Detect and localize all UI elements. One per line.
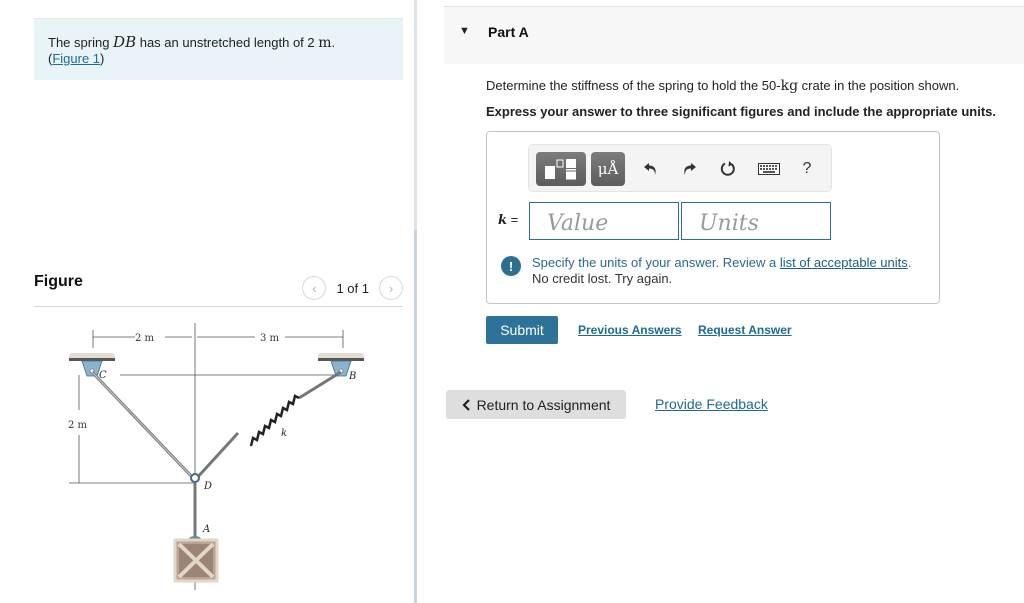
figure-title: Figure [34,273,83,290]
templates-icon [545,159,576,180]
answer-box: μÅ ? k = Value Units ! Specify the units… [486,131,940,304]
feedback-prefix: Specify the units of your answer. Review… [532,255,780,270]
instruction-text: Express your answer to three significant… [486,104,996,119]
intro-text-middle: has an unstretched length of 2 [136,35,319,50]
figure-image: 2 m 3 m 2 m C B k D A [55,320,385,590]
submit-button[interactable]: Submit [486,316,558,344]
keyboard-icon [758,163,780,175]
undo-button[interactable] [641,157,661,181]
templates-button[interactable] [536,152,586,186]
figure-pager: ‹ 1 of 1 › [302,276,403,300]
request-answer-link[interactable]: Request Answer [698,323,792,337]
answer-variable-label: k = [498,212,518,228]
reset-button[interactable] [718,157,738,181]
help-icon: ? [802,160,812,177]
help-button[interactable]: ? [799,157,815,181]
label-k: k [281,428,287,439]
dim-label-vertical: 2 m [68,420,88,431]
ring-d [190,473,200,483]
feedback-line-2: No credit lost. Try again. [532,271,673,286]
crate [173,536,219,583]
figure-link-close: ) [100,51,105,66]
answer-equals: = [507,212,519,227]
question-unit: kg [780,78,799,94]
reset-icon [720,161,735,176]
cable-bd-upper [298,370,342,400]
part-title: Part A [488,24,529,40]
figure-link[interactable]: Figure 1 [52,51,100,66]
question-prefix: Determine the stiffness of the spring to… [486,78,781,93]
previous-answers-link[interactable]: Previous Answers [578,323,682,337]
units-input[interactable] [681,202,831,240]
intro-text-suffix: . [331,35,336,50]
spring-k [249,394,300,447]
intro-math-db: DB [113,33,137,51]
intro-text-prefix: The spring [48,35,114,50]
chevron-left-icon [462,398,470,411]
label-b: B [348,371,356,382]
label-d: D [203,481,212,492]
problem-statement: The spring DB has an unstretched length … [34,18,403,80]
cable-bd-lower [193,431,240,482]
chevron-right-icon[interactable]: › [379,276,403,300]
intro-unit: m [318,35,332,51]
units-icon: μÅ [597,160,619,178]
return-label: Return to Assignment [476,396,611,413]
pager-text: 1 of 1 [336,280,369,296]
spring-crate-diagram: 2 m 3 m 2 m C B k D A [68,323,364,590]
dim-label-right: 3 m [260,333,280,344]
scrollbar-thumb[interactable] [414,230,417,603]
chevron-left-icon[interactable]: ‹ [302,276,327,300]
dim-label-left: 2 m [135,333,155,344]
part-a-header[interactable]: ▼ Part A [444,6,1024,64]
return-to-assignment-button[interactable]: Return to Assignment [446,390,626,419]
math-toolbar: μÅ ? [528,144,832,192]
caret-down-icon[interactable]: ▼ [459,25,470,37]
units-button[interactable]: μÅ [591,152,625,186]
redo-button[interactable] [679,157,699,181]
exclamation-icon: ! [501,256,521,276]
figure-header: Figure ‹ 1 of 1 › [34,266,403,307]
answer-variable: k [498,213,508,228]
keyboard-button[interactable] [757,157,781,181]
undo-icon [644,163,656,175]
question-text: Determine the stiffness of the spring to… [486,78,959,94]
feedback-line-1: Specify the units of your answer. Review… [532,255,911,270]
question-suffix: crate in the position shown. [798,78,960,93]
acceptable-units-link[interactable]: list of acceptable units [780,255,908,270]
label-a: A [202,524,210,535]
redo-icon [684,163,696,175]
value-input[interactable] [529,202,679,240]
feedback-suffix: . [907,255,912,270]
provide-feedback-link[interactable]: Provide Feedback [655,396,768,412]
